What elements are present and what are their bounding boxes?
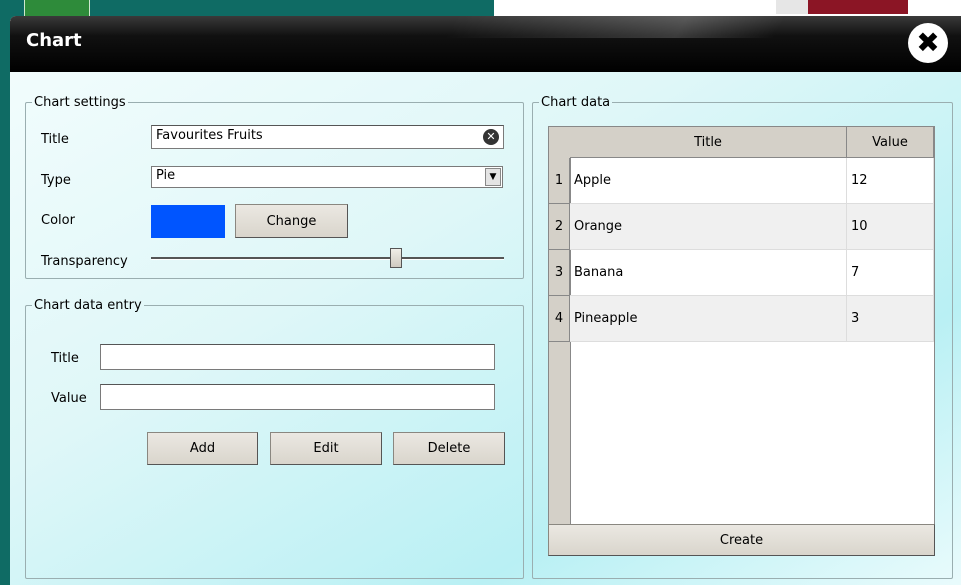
table-row[interactable]: 1 Apple 12 xyxy=(549,158,934,204)
entry-value-label: Value xyxy=(51,391,87,406)
chart-data-legend: Chart data xyxy=(541,95,611,110)
transparency-slider-thumb[interactable] xyxy=(389,248,402,268)
chart-title-value: Favourites Fruits xyxy=(156,128,263,143)
chevron-down-icon[interactable]: ▼ xyxy=(485,168,501,186)
column-header-value[interactable]: Value xyxy=(847,127,934,158)
row-number[interactable]: 1 xyxy=(549,158,570,204)
type-label: Type xyxy=(41,173,71,188)
chart-dialog: Chart ✖ Chart settings Title Favourites … xyxy=(10,16,961,585)
row-number[interactable]: 3 xyxy=(549,250,570,296)
row-value-cell[interactable]: 12 xyxy=(847,158,934,204)
entry-title-label: Title xyxy=(51,351,79,366)
dialog-title: Chart xyxy=(26,30,82,51)
background-app-edge xyxy=(0,0,10,585)
close-icon: ✖ xyxy=(916,26,940,59)
table-row[interactable]: 3 Banana 7 xyxy=(549,250,934,296)
edit-button[interactable]: Edit xyxy=(270,432,382,465)
row-title-cell[interactable]: Banana xyxy=(570,250,847,296)
color-swatch xyxy=(151,205,225,238)
entry-title-field[interactable] xyxy=(100,344,495,370)
chart-type-value: Pie xyxy=(156,168,176,183)
row-value-cell[interactable]: 10 xyxy=(847,204,934,250)
title-bar: Chart ✖ xyxy=(10,16,961,72)
column-header-title[interactable]: Title xyxy=(570,127,847,158)
change-color-button[interactable]: Change xyxy=(235,204,348,238)
row-title-cell[interactable]: Apple xyxy=(570,158,847,204)
chart-settings-legend: Chart settings xyxy=(34,95,126,110)
chart-data-table[interactable]: Title Value 1 Apple 12 2 Orange 10 3 Ban… xyxy=(548,126,935,525)
background-thumbnail xyxy=(24,0,90,17)
row-title-cell[interactable]: Pineapple xyxy=(570,296,847,342)
delete-button[interactable]: Delete xyxy=(393,432,505,465)
title-bar-glow xyxy=(443,16,787,38)
transparency-slider-track[interactable] xyxy=(151,257,504,260)
add-button[interactable]: Add xyxy=(147,432,258,465)
chart-data-entry-legend: Chart data entry xyxy=(34,298,142,313)
chart-type-select[interactable]: Pie ▼ xyxy=(151,166,503,188)
create-button[interactable]: Create xyxy=(548,524,935,556)
background-panel xyxy=(776,0,808,14)
background-banner xyxy=(808,0,908,14)
entry-value-field[interactable] xyxy=(100,384,495,410)
color-label: Color xyxy=(41,213,75,228)
row-value-cell[interactable]: 3 xyxy=(847,296,934,342)
title-label: Title xyxy=(41,132,69,147)
close-button[interactable]: ✖ xyxy=(908,23,948,63)
row-value-cell[interactable]: 7 xyxy=(847,250,934,296)
table-corner[interactable] xyxy=(549,127,570,159)
table-row[interactable]: 4 Pineapple 3 xyxy=(549,296,934,342)
row-title-cell[interactable]: Orange xyxy=(570,204,847,250)
row-number[interactable]: 4 xyxy=(549,296,570,342)
chart-title-field[interactable]: Favourites Fruits xyxy=(151,125,504,149)
clear-icon[interactable]: ✕ xyxy=(483,129,499,145)
transparency-label: Transparency xyxy=(41,254,128,269)
table-row[interactable]: 2 Orange 10 xyxy=(549,204,934,250)
row-number[interactable]: 2 xyxy=(549,204,570,250)
